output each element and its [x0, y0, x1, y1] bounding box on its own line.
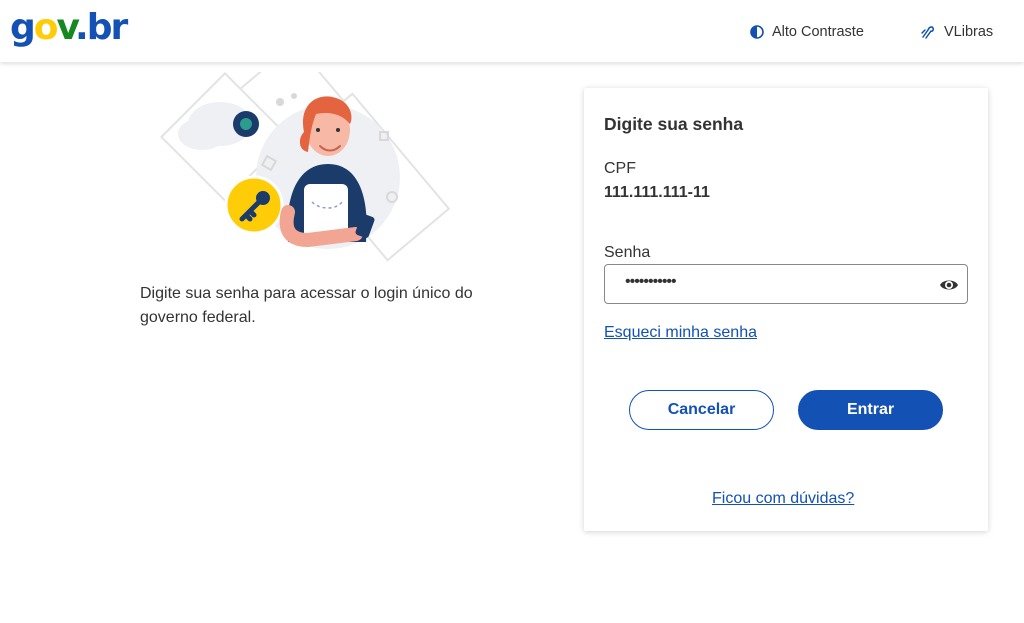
help-link[interactable]: Ficou com dúvidas? [712, 490, 854, 508]
show-password-button[interactable] [939, 275, 959, 300]
logo-letter-g: g [10, 7, 36, 48]
card-title: Digite sua senha [604, 114, 744, 134]
vlibras-button[interactable]: VLibras [920, 22, 993, 42]
eye-icon [940, 280, 958, 290]
logo-dot: . [75, 7, 89, 48]
cpf-label: CPF [604, 160, 636, 177]
vlibras-hand-icon [921, 26, 934, 39]
contrast-icon [750, 25, 764, 39]
high-contrast-label: Alto Contraste [772, 24, 864, 40]
submit-button[interactable]: Entrar [798, 390, 943, 430]
cancel-button[interactable]: Cancelar [629, 390, 774, 430]
vlibras-label: VLibras [944, 24, 994, 40]
password-value: ••••••••••• [625, 273, 677, 290]
logo-letters-br: br [86, 7, 129, 48]
login-illustration [159, 41, 460, 272]
top-header: gov.br Alto Contraste VLibras [0, 0, 1024, 62]
cpf-value: 111.111.111-11 [604, 184, 710, 201]
logo-letter-v: v [56, 7, 77, 48]
password-field[interactable]: ••••••••••• [604, 264, 968, 304]
govbr-logo[interactable]: gov.br [10, 7, 129, 48]
forgot-password-link[interactable]: Esqueci minha senha [604, 324, 757, 342]
password-card: Digite sua senha CPF 111.111.111-11 Senh… [584, 88, 988, 531]
password-label: Senha [604, 244, 651, 261]
logo-letter-o: o [33, 7, 59, 48]
intro-text: Digite sua senha para acessar o login ún… [140, 285, 473, 326]
high-contrast-button[interactable]: Alto Contraste [750, 22, 864, 42]
